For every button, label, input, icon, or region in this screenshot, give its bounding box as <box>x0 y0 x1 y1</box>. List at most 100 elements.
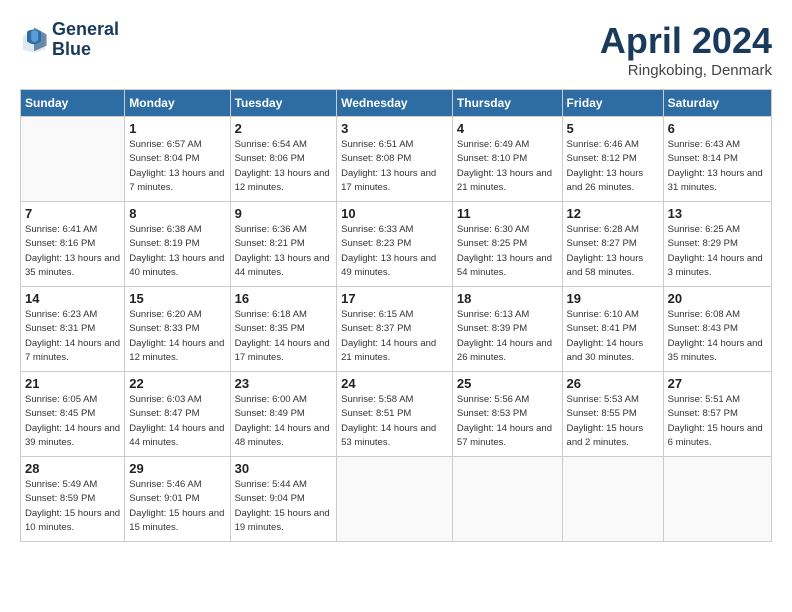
day-cell: 1 Sunrise: 6:57 AMSunset: 8:04 PMDayligh… <box>125 117 230 202</box>
day-info: Sunrise: 5:46 AMSunset: 9:01 PMDaylight:… <box>129 478 225 535</box>
day-info: Sunrise: 6:38 AMSunset: 8:19 PMDaylight:… <box>129 223 225 280</box>
day-number: 13 <box>668 206 767 221</box>
day-cell: 11 Sunrise: 6:30 AMSunset: 8:25 PMDaylig… <box>452 202 562 287</box>
day-cell: 12 Sunrise: 6:28 AMSunset: 8:27 PMDaylig… <box>562 202 663 287</box>
header-row: SundayMondayTuesdayWednesdayThursdayFrid… <box>21 90 772 117</box>
day-cell: 28 Sunrise: 5:49 AMSunset: 8:59 PMDaylig… <box>21 457 125 542</box>
day-cell: 9 Sunrise: 6:36 AMSunset: 8:21 PMDayligh… <box>230 202 337 287</box>
day-cell: 6 Sunrise: 6:43 AMSunset: 8:14 PMDayligh… <box>663 117 771 202</box>
day-cell: 16 Sunrise: 6:18 AMSunset: 8:35 PMDaylig… <box>230 287 337 372</box>
page-header: General Blue April 2024 Ringkobing, Denm… <box>20 20 772 79</box>
day-number: 17 <box>341 291 448 306</box>
day-number: 28 <box>25 461 120 476</box>
day-number: 24 <box>341 376 448 391</box>
col-header-saturday: Saturday <box>663 90 771 117</box>
col-header-friday: Friday <box>562 90 663 117</box>
day-cell: 13 Sunrise: 6:25 AMSunset: 8:29 PMDaylig… <box>663 202 771 287</box>
day-cell: 18 Sunrise: 6:13 AMSunset: 8:39 PMDaylig… <box>452 287 562 372</box>
title-area: April 2024 Ringkobing, Denmark <box>600 20 772 79</box>
day-number: 27 <box>668 376 767 391</box>
day-number: 2 <box>235 121 333 136</box>
day-number: 29 <box>129 461 225 476</box>
day-number: 12 <box>567 206 659 221</box>
col-header-thursday: Thursday <box>452 90 562 117</box>
day-cell: 30 Sunrise: 5:44 AMSunset: 9:04 PMDaylig… <box>230 457 337 542</box>
day-cell: 3 Sunrise: 6:51 AMSunset: 8:08 PMDayligh… <box>337 117 453 202</box>
col-header-wednesday: Wednesday <box>337 90 453 117</box>
day-cell: 10 Sunrise: 6:33 AMSunset: 8:23 PMDaylig… <box>337 202 453 287</box>
day-cell: 21 Sunrise: 6:05 AMSunset: 8:45 PMDaylig… <box>21 372 125 457</box>
day-cell: 26 Sunrise: 5:53 AMSunset: 8:55 PMDaylig… <box>562 372 663 457</box>
day-number: 21 <box>25 376 120 391</box>
day-number: 23 <box>235 376 333 391</box>
day-cell: 23 Sunrise: 6:00 AMSunset: 8:49 PMDaylig… <box>230 372 337 457</box>
day-info: Sunrise: 6:41 AMSunset: 8:16 PMDaylight:… <box>25 223 120 280</box>
day-number: 19 <box>567 291 659 306</box>
day-number: 14 <box>25 291 120 306</box>
logo-icon <box>20 26 48 54</box>
day-cell <box>452 457 562 542</box>
day-info: Sunrise: 6:05 AMSunset: 8:45 PMDaylight:… <box>25 393 120 450</box>
day-info: Sunrise: 6:36 AMSunset: 8:21 PMDaylight:… <box>235 223 333 280</box>
day-cell: 24 Sunrise: 5:58 AMSunset: 8:51 PMDaylig… <box>337 372 453 457</box>
day-number: 10 <box>341 206 448 221</box>
day-number: 16 <box>235 291 333 306</box>
day-cell <box>562 457 663 542</box>
day-number: 15 <box>129 291 225 306</box>
day-number: 4 <box>457 121 558 136</box>
day-number: 5 <box>567 121 659 136</box>
col-header-tuesday: Tuesday <box>230 90 337 117</box>
day-info: Sunrise: 6:15 AMSunset: 8:37 PMDaylight:… <box>341 308 448 365</box>
week-row-1: 1 Sunrise: 6:57 AMSunset: 8:04 PMDayligh… <box>21 117 772 202</box>
day-cell <box>663 457 771 542</box>
day-number: 18 <box>457 291 558 306</box>
week-row-4: 21 Sunrise: 6:05 AMSunset: 8:45 PMDaylig… <box>21 372 772 457</box>
day-info: Sunrise: 5:58 AMSunset: 8:51 PMDaylight:… <box>341 393 448 450</box>
col-header-sunday: Sunday <box>21 90 125 117</box>
day-cell: 27 Sunrise: 5:51 AMSunset: 8:57 PMDaylig… <box>663 372 771 457</box>
day-cell: 20 Sunrise: 6:08 AMSunset: 8:43 PMDaylig… <box>663 287 771 372</box>
day-cell: 22 Sunrise: 6:03 AMSunset: 8:47 PMDaylig… <box>125 372 230 457</box>
day-info: Sunrise: 6:10 AMSunset: 8:41 PMDaylight:… <box>567 308 659 365</box>
day-info: Sunrise: 5:53 AMSunset: 8:55 PMDaylight:… <box>567 393 659 450</box>
day-number: 25 <box>457 376 558 391</box>
day-number: 20 <box>668 291 767 306</box>
day-info: Sunrise: 6:33 AMSunset: 8:23 PMDaylight:… <box>341 223 448 280</box>
day-cell: 2 Sunrise: 6:54 AMSunset: 8:06 PMDayligh… <box>230 117 337 202</box>
day-number: 11 <box>457 206 558 221</box>
day-number: 30 <box>235 461 333 476</box>
day-info: Sunrise: 6:51 AMSunset: 8:08 PMDaylight:… <box>341 138 448 195</box>
day-number: 26 <box>567 376 659 391</box>
day-info: Sunrise: 6:00 AMSunset: 8:49 PMDaylight:… <box>235 393 333 450</box>
day-cell <box>337 457 453 542</box>
day-info: Sunrise: 6:28 AMSunset: 8:27 PMDaylight:… <box>567 223 659 280</box>
day-info: Sunrise: 6:25 AMSunset: 8:29 PMDaylight:… <box>668 223 767 280</box>
day-info: Sunrise: 6:23 AMSunset: 8:31 PMDaylight:… <box>25 308 120 365</box>
day-info: Sunrise: 6:08 AMSunset: 8:43 PMDaylight:… <box>668 308 767 365</box>
logo-text: General Blue <box>52 20 119 60</box>
day-info: Sunrise: 6:57 AMSunset: 8:04 PMDaylight:… <box>129 138 225 195</box>
week-row-3: 14 Sunrise: 6:23 AMSunset: 8:31 PMDaylig… <box>21 287 772 372</box>
day-cell: 14 Sunrise: 6:23 AMSunset: 8:31 PMDaylig… <box>21 287 125 372</box>
day-number: 22 <box>129 376 225 391</box>
day-info: Sunrise: 6:43 AMSunset: 8:14 PMDaylight:… <box>668 138 767 195</box>
month-title: April 2024 <box>600 20 772 62</box>
day-cell: 29 Sunrise: 5:46 AMSunset: 9:01 PMDaylig… <box>125 457 230 542</box>
day-cell: 5 Sunrise: 6:46 AMSunset: 8:12 PMDayligh… <box>562 117 663 202</box>
day-cell: 7 Sunrise: 6:41 AMSunset: 8:16 PMDayligh… <box>21 202 125 287</box>
day-cell <box>21 117 125 202</box>
location-subtitle: Ringkobing, Denmark <box>600 62 772 79</box>
col-header-monday: Monday <box>125 90 230 117</box>
day-number: 1 <box>129 121 225 136</box>
day-info: Sunrise: 6:18 AMSunset: 8:35 PMDaylight:… <box>235 308 333 365</box>
day-number: 6 <box>668 121 767 136</box>
day-cell: 15 Sunrise: 6:20 AMSunset: 8:33 PMDaylig… <box>125 287 230 372</box>
day-info: Sunrise: 5:44 AMSunset: 9:04 PMDaylight:… <box>235 478 333 535</box>
day-info: Sunrise: 6:03 AMSunset: 8:47 PMDaylight:… <box>129 393 225 450</box>
day-number: 3 <box>341 121 448 136</box>
day-info: Sunrise: 6:30 AMSunset: 8:25 PMDaylight:… <box>457 223 558 280</box>
day-info: Sunrise: 5:51 AMSunset: 8:57 PMDaylight:… <box>668 393 767 450</box>
day-info: Sunrise: 5:49 AMSunset: 8:59 PMDaylight:… <box>25 478 120 535</box>
logo: General Blue <box>20 20 119 60</box>
day-info: Sunrise: 6:20 AMSunset: 8:33 PMDaylight:… <box>129 308 225 365</box>
